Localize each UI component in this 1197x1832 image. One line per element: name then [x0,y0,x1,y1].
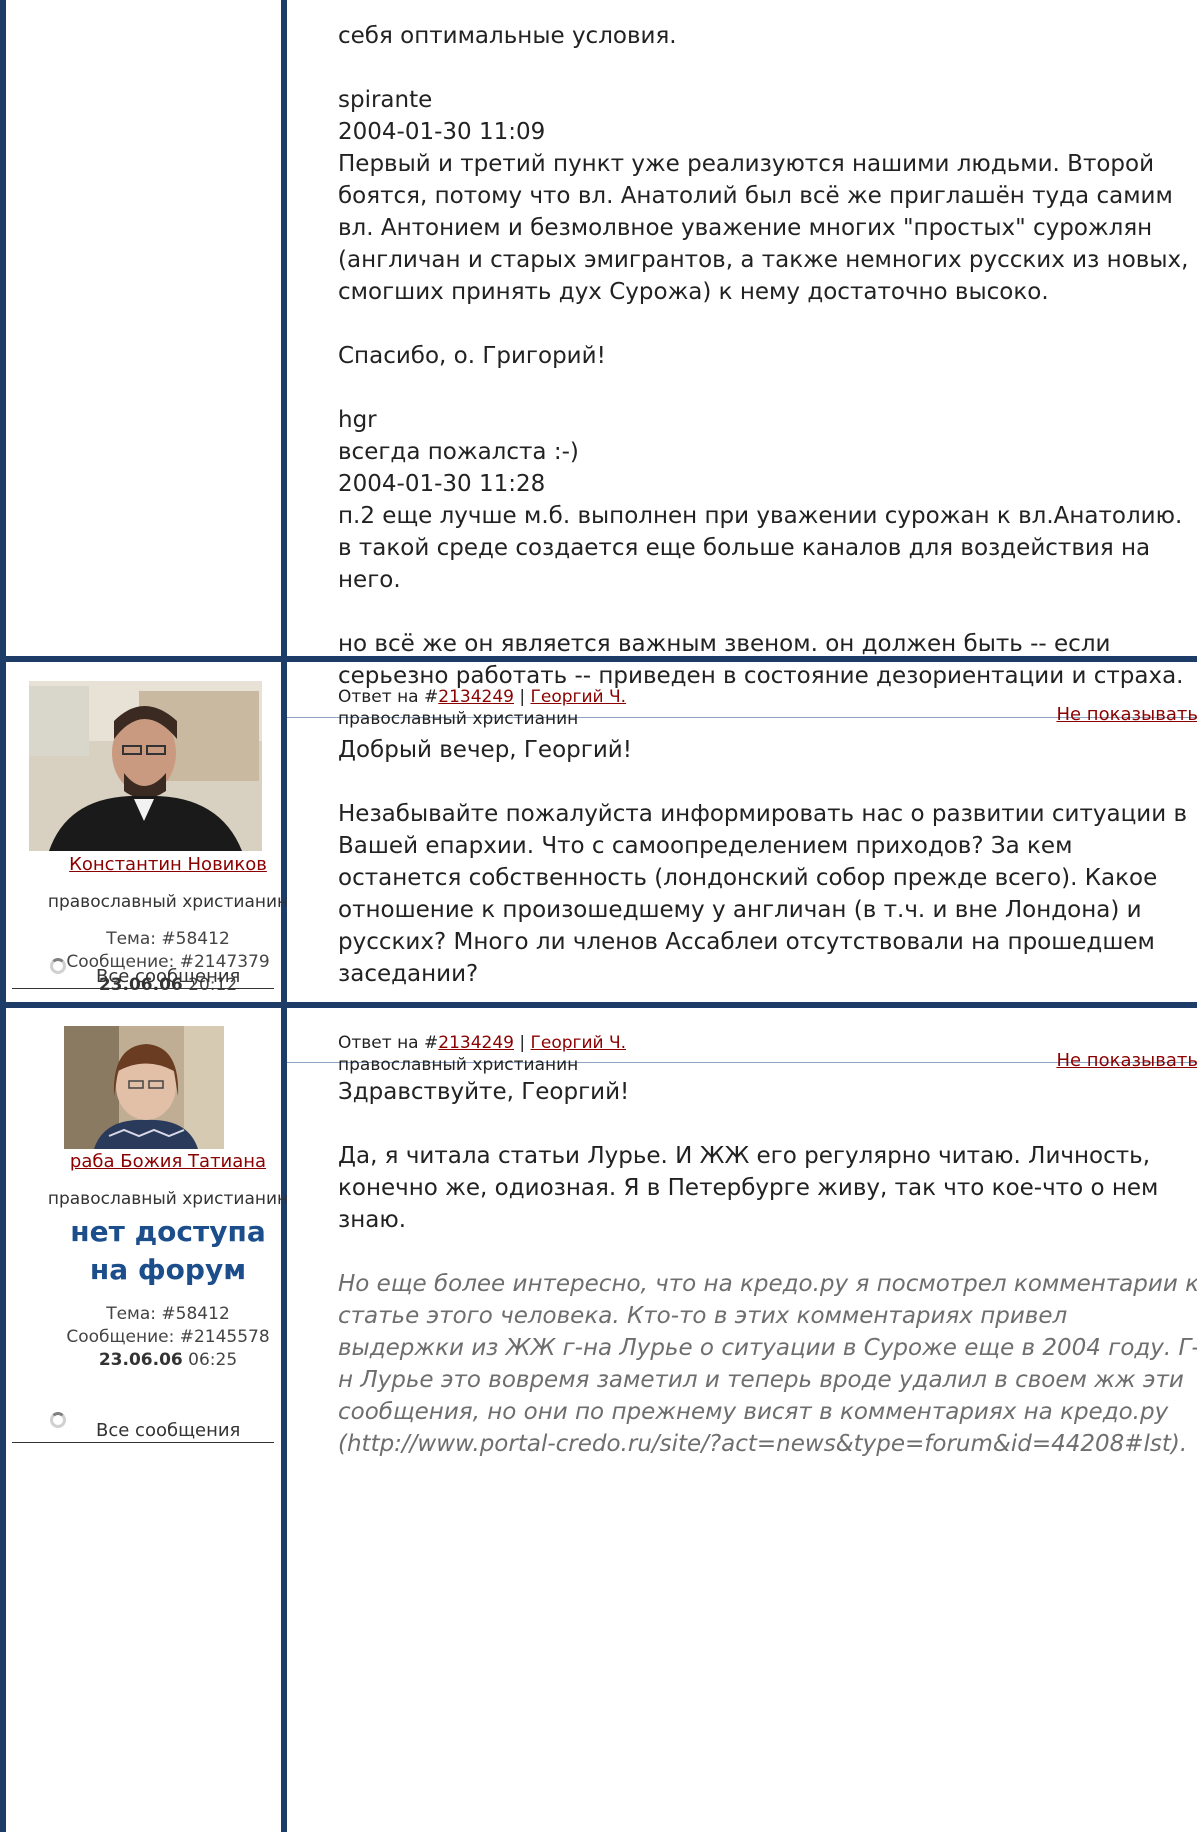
author-role: православный христианин [47,892,289,912]
hide-post-link[interactable]: Не показывать [1056,1050,1197,1072]
post-paragraph: Незабывайте пожалуйста информировать нас… [338,801,1188,987]
message-ref: Сообщение: #2145578 [66,1327,270,1347]
hide-post-link[interactable]: Не показывать [1056,704,1197,726]
post-paragraph: себя оптимальные условия. [338,23,677,49]
topic-ref: Тема: #58412 [106,1304,230,1324]
post-paragraph: Да, я читала статьи Лурье. И ЖЖ его регу… [338,1143,1159,1233]
post-paragraph: hgr всегда пожалста :-) 2004-01-30 11:28… [338,407,1183,593]
post-paragraph: Здравствуйте, Георгий! [338,1079,630,1105]
author-name-link[interactable]: Константин Новиков [69,854,267,875]
post-paragraph: но всё же он является важным звеном. он … [338,631,1184,689]
author-name-link[interactable]: раба Божия Татиана [70,1151,266,1172]
reply-author-link[interactable]: Георгий Ч. [531,687,627,707]
post-body: Здравствуйте, Георгий! Да, я читала стат… [338,1076,1197,1460]
reply-reference: Ответ на #2134249 | Георгий Ч. православ… [338,1033,627,1075]
post-paragraph: Спасибо, о. Григорий! [338,343,606,369]
post-paragraph: spirante 2004-01-30 11:09 Первый и трети… [338,87,1189,305]
author-panel: раба Божия Татиана православный христиан… [10,1150,326,1372]
no-access-notice: нет доступа на форум [70,1215,266,1286]
post-paragraph: Добрый вечер, Георгий! [338,737,632,763]
all-messages-underline [12,1442,274,1443]
quoted-text: Но еще более интересно, что на кредо.ру … [338,1271,1197,1457]
author-role: православный христианин [47,1189,289,1209]
post-date: 23.06.06 06:25 [98,1350,238,1370]
reply-id-link[interactable]: 2134249 [438,1033,514,1053]
reply-author-link[interactable]: Георгий Ч. [531,1033,627,1053]
post-body: Добрый вечер, Георгий! Незабывайте пожал… [338,734,1197,990]
post-header: Ответ на #2134249 | Георгий Ч. православ… [338,686,1197,740]
loading-spinner-icon [50,1412,66,1428]
avatar [64,1026,224,1149]
post-body: себя оптимальные условия. spirante 2004-… [338,20,1197,692]
frame-left-border [0,0,6,1832]
loading-spinner-icon [50,958,66,974]
all-messages-link[interactable]: Все сообщения [96,966,240,987]
all-messages-link[interactable]: Все сообщения [96,1420,240,1441]
avatar [29,681,262,851]
reply-reference: Ответ на #2134249 | Георгий Ч. православ… [338,687,627,729]
post-divider [0,1002,1197,1008]
reply-id-link[interactable]: 2134249 [438,687,514,707]
all-messages-underline [12,988,274,989]
topic-ref: Тема: #58412 [106,929,230,949]
